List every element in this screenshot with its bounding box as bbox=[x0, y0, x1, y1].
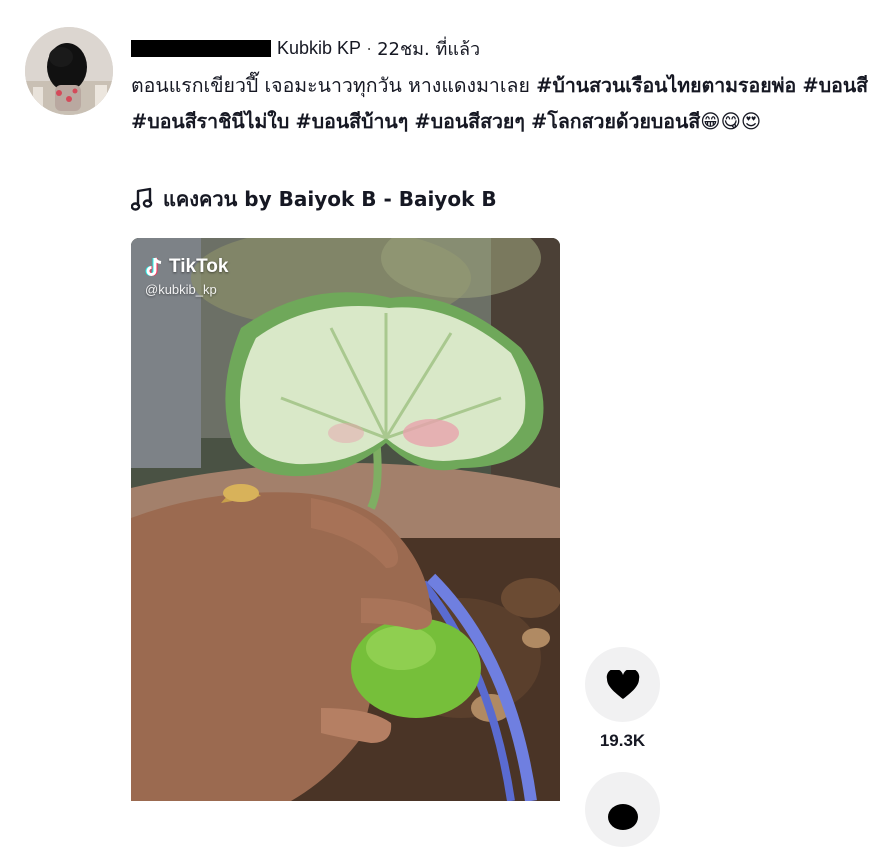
hashtag-link[interactable]: #บอนสีราชินีไม่ใบ bbox=[131, 110, 289, 133]
tiktok-logo-icon bbox=[145, 257, 162, 276]
like-button[interactable] bbox=[585, 647, 660, 722]
comment-button[interactable] bbox=[585, 772, 660, 847]
hashtag-link[interactable]: #บอนสีสวยๆ bbox=[414, 110, 524, 133]
author-name[interactable]: Kubkib KP bbox=[277, 38, 361, 59]
hashtag-link[interactable]: #บอนสีบ้านๆ bbox=[295, 110, 408, 133]
music-title: แคงควน by Baiyok B - Baiyok B bbox=[163, 187, 497, 211]
avatar-image bbox=[25, 27, 113, 115]
heart-icon bbox=[606, 669, 639, 699]
tiktok-watermark: TikTok @kubkib_kp bbox=[145, 256, 228, 297]
hashtag-link[interactable]: #โลกสวยด้วยบอนสี bbox=[531, 110, 700, 133]
watermark-handle: @kubkib_kp bbox=[145, 282, 217, 297]
comment-icon bbox=[607, 803, 638, 830]
redacted-username bbox=[131, 39, 271, 57]
hashtag-link[interactable]: #บ้านสวนเรือนไทยตามรอยพ่อ bbox=[536, 74, 796, 97]
music-link[interactable]: แคงควน by Baiyok B - Baiyok B bbox=[131, 184, 497, 214]
music-note-icon bbox=[131, 187, 153, 211]
hashtag-link[interactable]: #บอนสี bbox=[802, 74, 868, 97]
post-header: Kubkib KP · 22ชม. ที่แล้ว bbox=[131, 36, 480, 60]
watermark-brand: TikTok bbox=[169, 256, 229, 277]
video-frame bbox=[131, 238, 560, 801]
caption-text: ตอนแรกเขียวปี๊ เจอมะนาวทุกวัน หางแดงมาเล… bbox=[131, 74, 537, 97]
separator: · bbox=[366, 37, 373, 58]
caption-emojis: 😁😋😍 bbox=[700, 110, 762, 133]
post-time: 22ชม. ที่แล้ว bbox=[377, 38, 481, 60]
like-count: 19.3K bbox=[599, 731, 646, 750]
post-caption: ตอนแรกเขียวปี๊ เจอมะนาวทุกวัน หางแดงมาเล… bbox=[131, 68, 871, 140]
video-player[interactable]: TikTok @kubkib_kp bbox=[131, 238, 560, 801]
avatar[interactable] bbox=[25, 27, 113, 115]
